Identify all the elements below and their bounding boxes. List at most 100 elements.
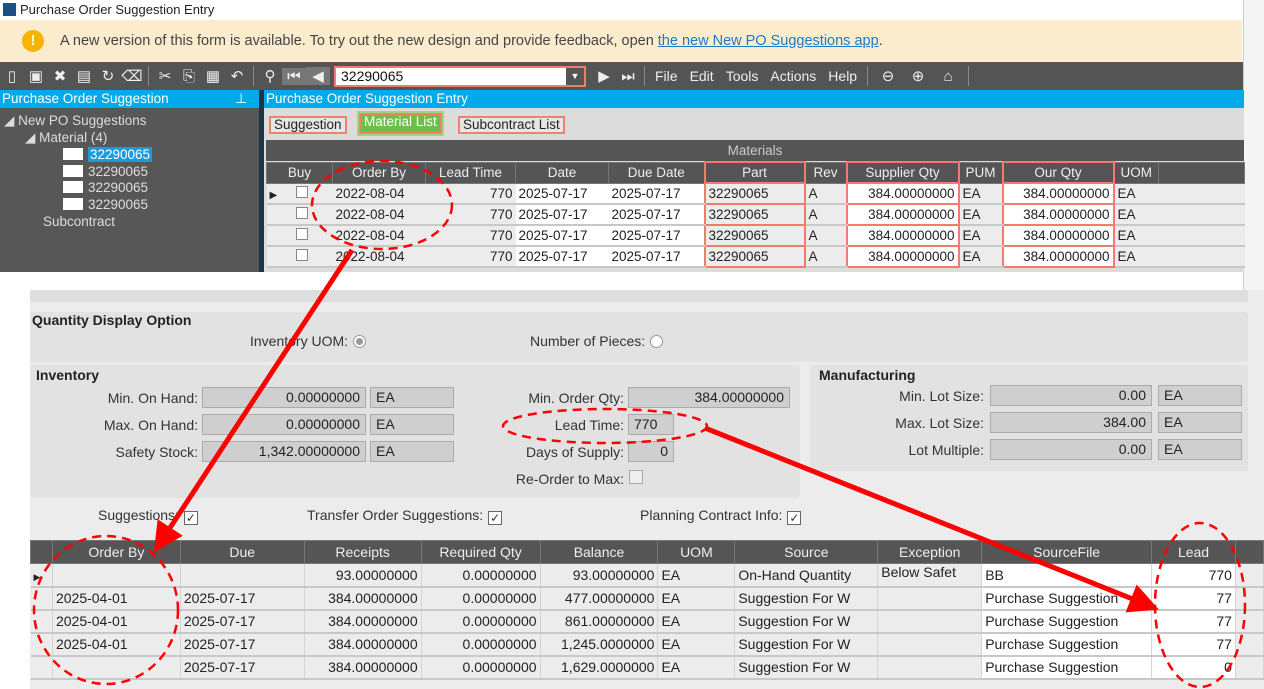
column-header[interactable]: Order By [332, 161, 426, 184]
cell-order-by[interactable]: 2022-08-04 [332, 225, 426, 247]
cell-exception[interactable] [877, 632, 983, 657]
cell-exception[interactable] [877, 609, 983, 634]
table-row[interactable]: 2022-08-04 770 2025-07-17 2025-07-17 3229006… [266, 245, 1245, 268]
cell-uom[interactable]: EA [1113, 204, 1159, 226]
cell-supplier-qty[interactable]: 384.00000000 [845, 245, 960, 268]
table-row[interactable]: ▶ 93.00000000 0.00000000 93.00000000 EA On-Ha… [30, 563, 1264, 588]
cell-due-date[interactable]: 2025-07-17 [608, 246, 705, 268]
binoculars-icon[interactable]: ⚲ [258, 67, 282, 85]
cell-receipts[interactable]: 93.00000000 [304, 563, 422, 588]
column-header[interactable]: Buy [266, 161, 333, 184]
cell-order-by[interactable] [52, 563, 181, 588]
column-header[interactable]: Required Qty [420, 540, 541, 564]
next-record-icon[interactable]: ▶ [592, 67, 616, 85]
tab-subcontract-list[interactable]: Subcontract List [458, 116, 565, 134]
cell-order-by[interactable]: 2022-08-04 [332, 246, 426, 268]
pin-icon[interactable]: ⊥ [235, 90, 247, 108]
chevron-down-icon[interactable]: ▼ [566, 67, 584, 85]
table-row[interactable]: 2025-04-01 2025-07-17 384.00000000 0.000000… [30, 632, 1264, 657]
cell-exception[interactable]: Below Safet [877, 563, 983, 588]
column-header[interactable]: Lead Time [425, 161, 516, 184]
cell-receipts[interactable]: 384.00000000 [304, 609, 422, 634]
column-header[interactable]: Exception [877, 540, 983, 564]
cell-balance[interactable]: 1,245.0000000 [540, 632, 659, 657]
cell-source[interactable]: Suggestion For W [734, 586, 879, 611]
row-selector[interactable] [30, 586, 53, 611]
cell-sourcefile[interactable]: Purchase Suggestion [981, 655, 1153, 680]
cell-lead-time[interactable]: 770 [425, 204, 516, 226]
buy-cell[interactable] [266, 225, 333, 247]
cell-lead-time[interactable]: 770 [425, 225, 516, 247]
column-header[interactable]: Due Date [608, 161, 705, 184]
column-header[interactable]: Our Qty [1001, 161, 1115, 184]
copy-icon[interactable]: ▤ [72, 67, 96, 85]
cell-lead[interactable]: 770 [1151, 563, 1236, 588]
cell-required-qty[interactable]: 0.00000000 [421, 563, 541, 588]
row-selector[interactable]: ▶ [30, 563, 53, 588]
cell-sourcefile[interactable]: Purchase Suggestion [981, 632, 1153, 657]
cell-date[interactable]: 2025-07-17 [515, 183, 609, 205]
cell-lead-time[interactable]: 770 [425, 246, 516, 268]
column-header[interactable]: Order By [51, 540, 181, 564]
cell-pum[interactable]: EA [958, 204, 1003, 226]
cell-exception[interactable] [877, 586, 983, 611]
column-header[interactable]: Lead [1151, 540, 1236, 564]
cell-lead-time[interactable]: 770 [425, 183, 516, 205]
cell-rev[interactable]: A [804, 204, 847, 226]
column-header[interactable]: Supplier Qty [845, 161, 960, 184]
cell-lead[interactable]: 77 [1151, 609, 1236, 634]
cell-receipts[interactable]: 384.00000000 [304, 586, 422, 611]
save-icon[interactable]: ▣ [24, 67, 48, 85]
record-search-combo[interactable]: 32290065 ▼ [334, 65, 586, 87]
cell-receipts[interactable]: 384.00000000 [304, 655, 422, 680]
tab-material-list[interactable]: Material List [357, 111, 444, 136]
last-record-icon[interactable]: ⏭ [616, 68, 640, 85]
cell-receipts[interactable]: 384.00000000 [304, 632, 422, 657]
cell-sourcefile[interactable]: Purchase Suggestion [981, 586, 1153, 611]
row-selector[interactable] [30, 609, 53, 634]
column-header[interactable]: Date [515, 161, 609, 184]
cell-balance[interactable]: 93.00000000 [540, 563, 659, 588]
paste-icon[interactable]: ▦ [201, 67, 225, 85]
tree-item[interactable]: 32290065 [63, 147, 153, 162]
table-row[interactable]: 2025-07-17 384.00000000 0.00000000 1,629.00… [30, 655, 1264, 680]
number-of-pieces-radio[interactable]: Number of Pieces: [530, 333, 664, 349]
cell-pum[interactable]: EA [958, 246, 1003, 268]
new-icon[interactable]: ▯ [0, 67, 24, 85]
buy-checkbox[interactable] [295, 228, 308, 240]
tree-item[interactable]: 32290065 [63, 164, 148, 179]
column-header[interactable]: Part [703, 161, 806, 184]
table-row[interactable]: 2025-04-01 2025-07-17 384.00000000 0.000000… [30, 586, 1264, 611]
cell-exception[interactable] [877, 655, 983, 680]
cell-pum[interactable]: EA [958, 225, 1003, 247]
undo-icon[interactable]: ↶ [225, 67, 249, 85]
copy-doc-icon[interactable]: ⎘ [177, 68, 201, 85]
planning-contract-checkbox[interactable]: Planning Contract Info: ✓ [640, 507, 802, 525]
cell-balance[interactable]: 1,629.0000000 [540, 655, 659, 680]
buy-cell[interactable] [266, 246, 333, 268]
cell-due[interactable]: 2025-07-17 [180, 655, 305, 680]
cell-lead[interactable]: 77 [1151, 586, 1236, 611]
delete-icon[interactable]: ✖ [48, 67, 72, 85]
cell-source[interactable]: Suggestion For W [734, 609, 879, 634]
cell-lead[interactable]: 77 [1151, 632, 1236, 657]
row-selector[interactable] [30, 655, 53, 680]
column-header[interactable]: Due [179, 540, 305, 564]
cell-source[interactable]: On-Hand Quantity [734, 563, 879, 588]
transfer-order-checkbox[interactable]: Transfer Order Suggestions: ✓ [307, 507, 503, 525]
back-icon[interactable]: ⊖ [876, 67, 900, 85]
cell-uom[interactable]: EA [1113, 183, 1159, 205]
inventory-uom-radio[interactable]: Inventory UOM: [250, 333, 367, 349]
tree-subcontract[interactable]: Subcontract [43, 214, 115, 229]
cell-part[interactable]: 32290065 [703, 182, 806, 205]
cell-rev[interactable]: A [804, 225, 847, 247]
cell-uom[interactable]: EA [1113, 246, 1159, 268]
cell-supplier-qty[interactable]: 384.00000000 [845, 203, 960, 226]
cell-balance[interactable]: 861.00000000 [540, 609, 659, 634]
table-row[interactable]: 2025-04-01 2025-07-17 384.00000000 0.000000… [30, 609, 1264, 634]
menu-edit[interactable]: Edit [690, 68, 714, 84]
buy-checkbox[interactable] [295, 207, 308, 219]
prev-record-icon[interactable]: ◀ [306, 67, 330, 85]
safety-stock-field[interactable]: 1,342.00000000 [202, 441, 366, 462]
cell-part[interactable]: 32290065 [703, 245, 806, 268]
